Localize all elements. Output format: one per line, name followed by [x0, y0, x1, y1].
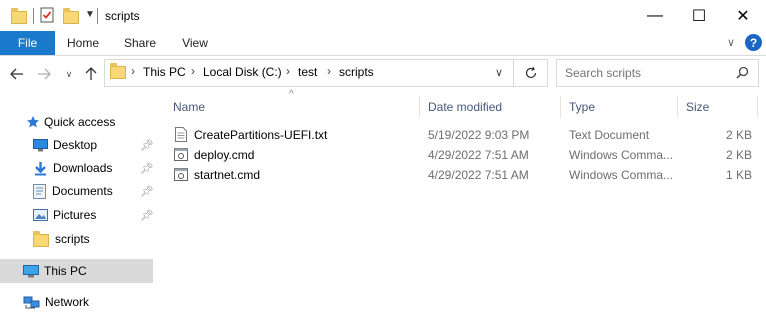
ribbon — [0, 31, 766, 56]
breadcrumb-separator-icon[interactable]: › — [327, 64, 331, 78]
nav-item-network[interactable]: Network — [23, 291, 89, 313]
up-arrow-icon — [85, 67, 97, 80]
tab-file[interactable]: File — [0, 31, 55, 55]
maximize-button[interactable]: ☐ — [676, 0, 722, 31]
file-row[interactable]: startnet.cmd 4/29/2022 7:51 AM Windows C… — [168, 165, 758, 185]
nav-label: Quick access — [44, 115, 116, 129]
cmd-file-icon — [174, 168, 188, 181]
file-row[interactable]: CreatePartitions-UEFI.txt 5/19/2022 9:03… — [168, 125, 758, 145]
file-name: deploy.cmd — [194, 148, 255, 162]
nav-item-this-pc[interactable]: This PC — [23, 260, 87, 282]
file-date: 5/19/2022 9:03 PM — [428, 128, 530, 142]
file-size: 2 KB — [725, 128, 752, 142]
nav-label: Network — [45, 295, 90, 309]
minimize-button[interactable]: — — [632, 0, 678, 31]
breadcrumb-separator-icon[interactable]: › — [131, 64, 135, 78]
sort-ascending-chevron-icon: ^ — [289, 89, 294, 100]
properties-icon[interactable] — [40, 7, 54, 26]
file-size: 1 KB — [725, 168, 752, 182]
breadcrumb-scripts[interactable]: scripts — [339, 65, 374, 79]
nav-label: scripts — [55, 232, 90, 246]
nav-label: This PC — [44, 264, 87, 278]
new-folder-icon[interactable] — [63, 8, 79, 24]
customize-toolbar-icon[interactable]: ▼ — [85, 9, 95, 20]
file-type: Windows Comma... — [569, 148, 674, 162]
nav-label: Downloads — [53, 161, 113, 175]
column-divider[interactable] — [757, 96, 758, 118]
pictures-icon — [33, 209, 48, 221]
nav-item-desktop[interactable]: Desktop 📌︎ — [33, 134, 154, 156]
forward-arrow-icon — [38, 68, 51, 80]
refresh-icon — [525, 66, 536, 79]
column-divider[interactable] — [560, 96, 561, 118]
cmd-file-icon — [174, 148, 188, 161]
file-name: CreatePartitions-UEFI.txt — [194, 128, 328, 142]
nav-item-downloads[interactable]: Downloads 📌︎ — [33, 157, 154, 179]
file-date: 4/29/2022 7:51 AM — [428, 148, 529, 162]
pin-icon[interactable]: 📌︎ — [140, 139, 154, 152]
up-button[interactable] — [82, 64, 100, 84]
file-size: 2 KB — [725, 148, 752, 162]
file-type: Text Document — [569, 128, 650, 142]
folder-icon — [110, 63, 126, 79]
pin-icon[interactable]: 📌︎ — [140, 209, 154, 222]
desktop-icon — [33, 138, 48, 151]
breadcrumb-test[interactable]: test — [298, 65, 317, 79]
back-arrow-icon — [10, 68, 23, 80]
nav-label: Desktop — [53, 138, 98, 152]
pin-icon[interactable]: 📌︎ — [140, 162, 154, 175]
divider — [33, 8, 34, 24]
documents-icon — [33, 183, 46, 199]
column-divider[interactable] — [677, 96, 678, 118]
star-icon — [27, 116, 39, 128]
search-input[interactable] — [565, 66, 725, 80]
window-title: scripts — [105, 9, 140, 23]
breadcrumb-separator-icon[interactable]: › — [191, 64, 195, 78]
file-row[interactable]: deploy.cmd 4/29/2022 7:51 AM Windows Com… — [168, 145, 758, 165]
downloads-icon — [35, 161, 46, 175]
network-icon — [23, 296, 40, 308]
file-type: Windows Comma... — [569, 168, 674, 182]
file-name: startnet.cmd — [194, 168, 261, 182]
forward-button[interactable] — [35, 64, 53, 84]
tab-view[interactable]: View — [172, 31, 218, 55]
close-button[interactable]: ✕ — [720, 0, 766, 31]
file-date: 4/29/2022 7:51 AM — [428, 168, 529, 182]
help-button[interactable]: ? — [745, 34, 762, 51]
breadcrumb-local-disk[interactable]: Local Disk (C:) — [203, 65, 282, 79]
column-header-name[interactable]: Name — [173, 100, 205, 114]
search-icon[interactable] — [736, 66, 749, 82]
column-header-date-modified[interactable]: Date modified — [428, 100, 502, 114]
tab-share[interactable]: Share — [116, 31, 164, 55]
breadcrumb-separator-icon[interactable]: › — [286, 64, 290, 78]
text-file-icon — [175, 127, 187, 142]
search-box[interactable] — [556, 59, 759, 87]
divider — [97, 8, 98, 24]
column-header-type[interactable]: Type — [569, 100, 595, 114]
breadcrumb-this-pc[interactable]: This PC — [143, 65, 186, 79]
recent-locations-button[interactable]: ∨ — [60, 64, 78, 84]
address-dropdown-chevron-icon[interactable]: ∨ — [495, 66, 503, 79]
nav-label: Pictures — [53, 208, 97, 222]
nav-item-pictures[interactable]: Pictures 📌︎ — [33, 204, 154, 226]
nav-quick-access[interactable]: Quick access — [26, 111, 115, 133]
computer-icon — [23, 264, 39, 277]
nav-item-scripts[interactable]: scripts — [33, 228, 90, 250]
nav-item-documents[interactable]: Documents 📌︎ — [33, 180, 154, 202]
refresh-button[interactable] — [514, 59, 548, 87]
column-header-size[interactable]: Size — [686, 100, 709, 114]
folder-icon — [33, 230, 49, 247]
pin-icon[interactable]: 📌︎ — [140, 185, 154, 198]
column-divider[interactable] — [419, 96, 420, 118]
nav-label: Documents — [52, 184, 113, 198]
expand-ribbon-chevron-icon[interactable]: ∨ — [727, 36, 735, 49]
folder-icon — [11, 8, 27, 24]
tab-home[interactable]: Home — [60, 31, 106, 55]
back-button[interactable] — [8, 64, 26, 84]
